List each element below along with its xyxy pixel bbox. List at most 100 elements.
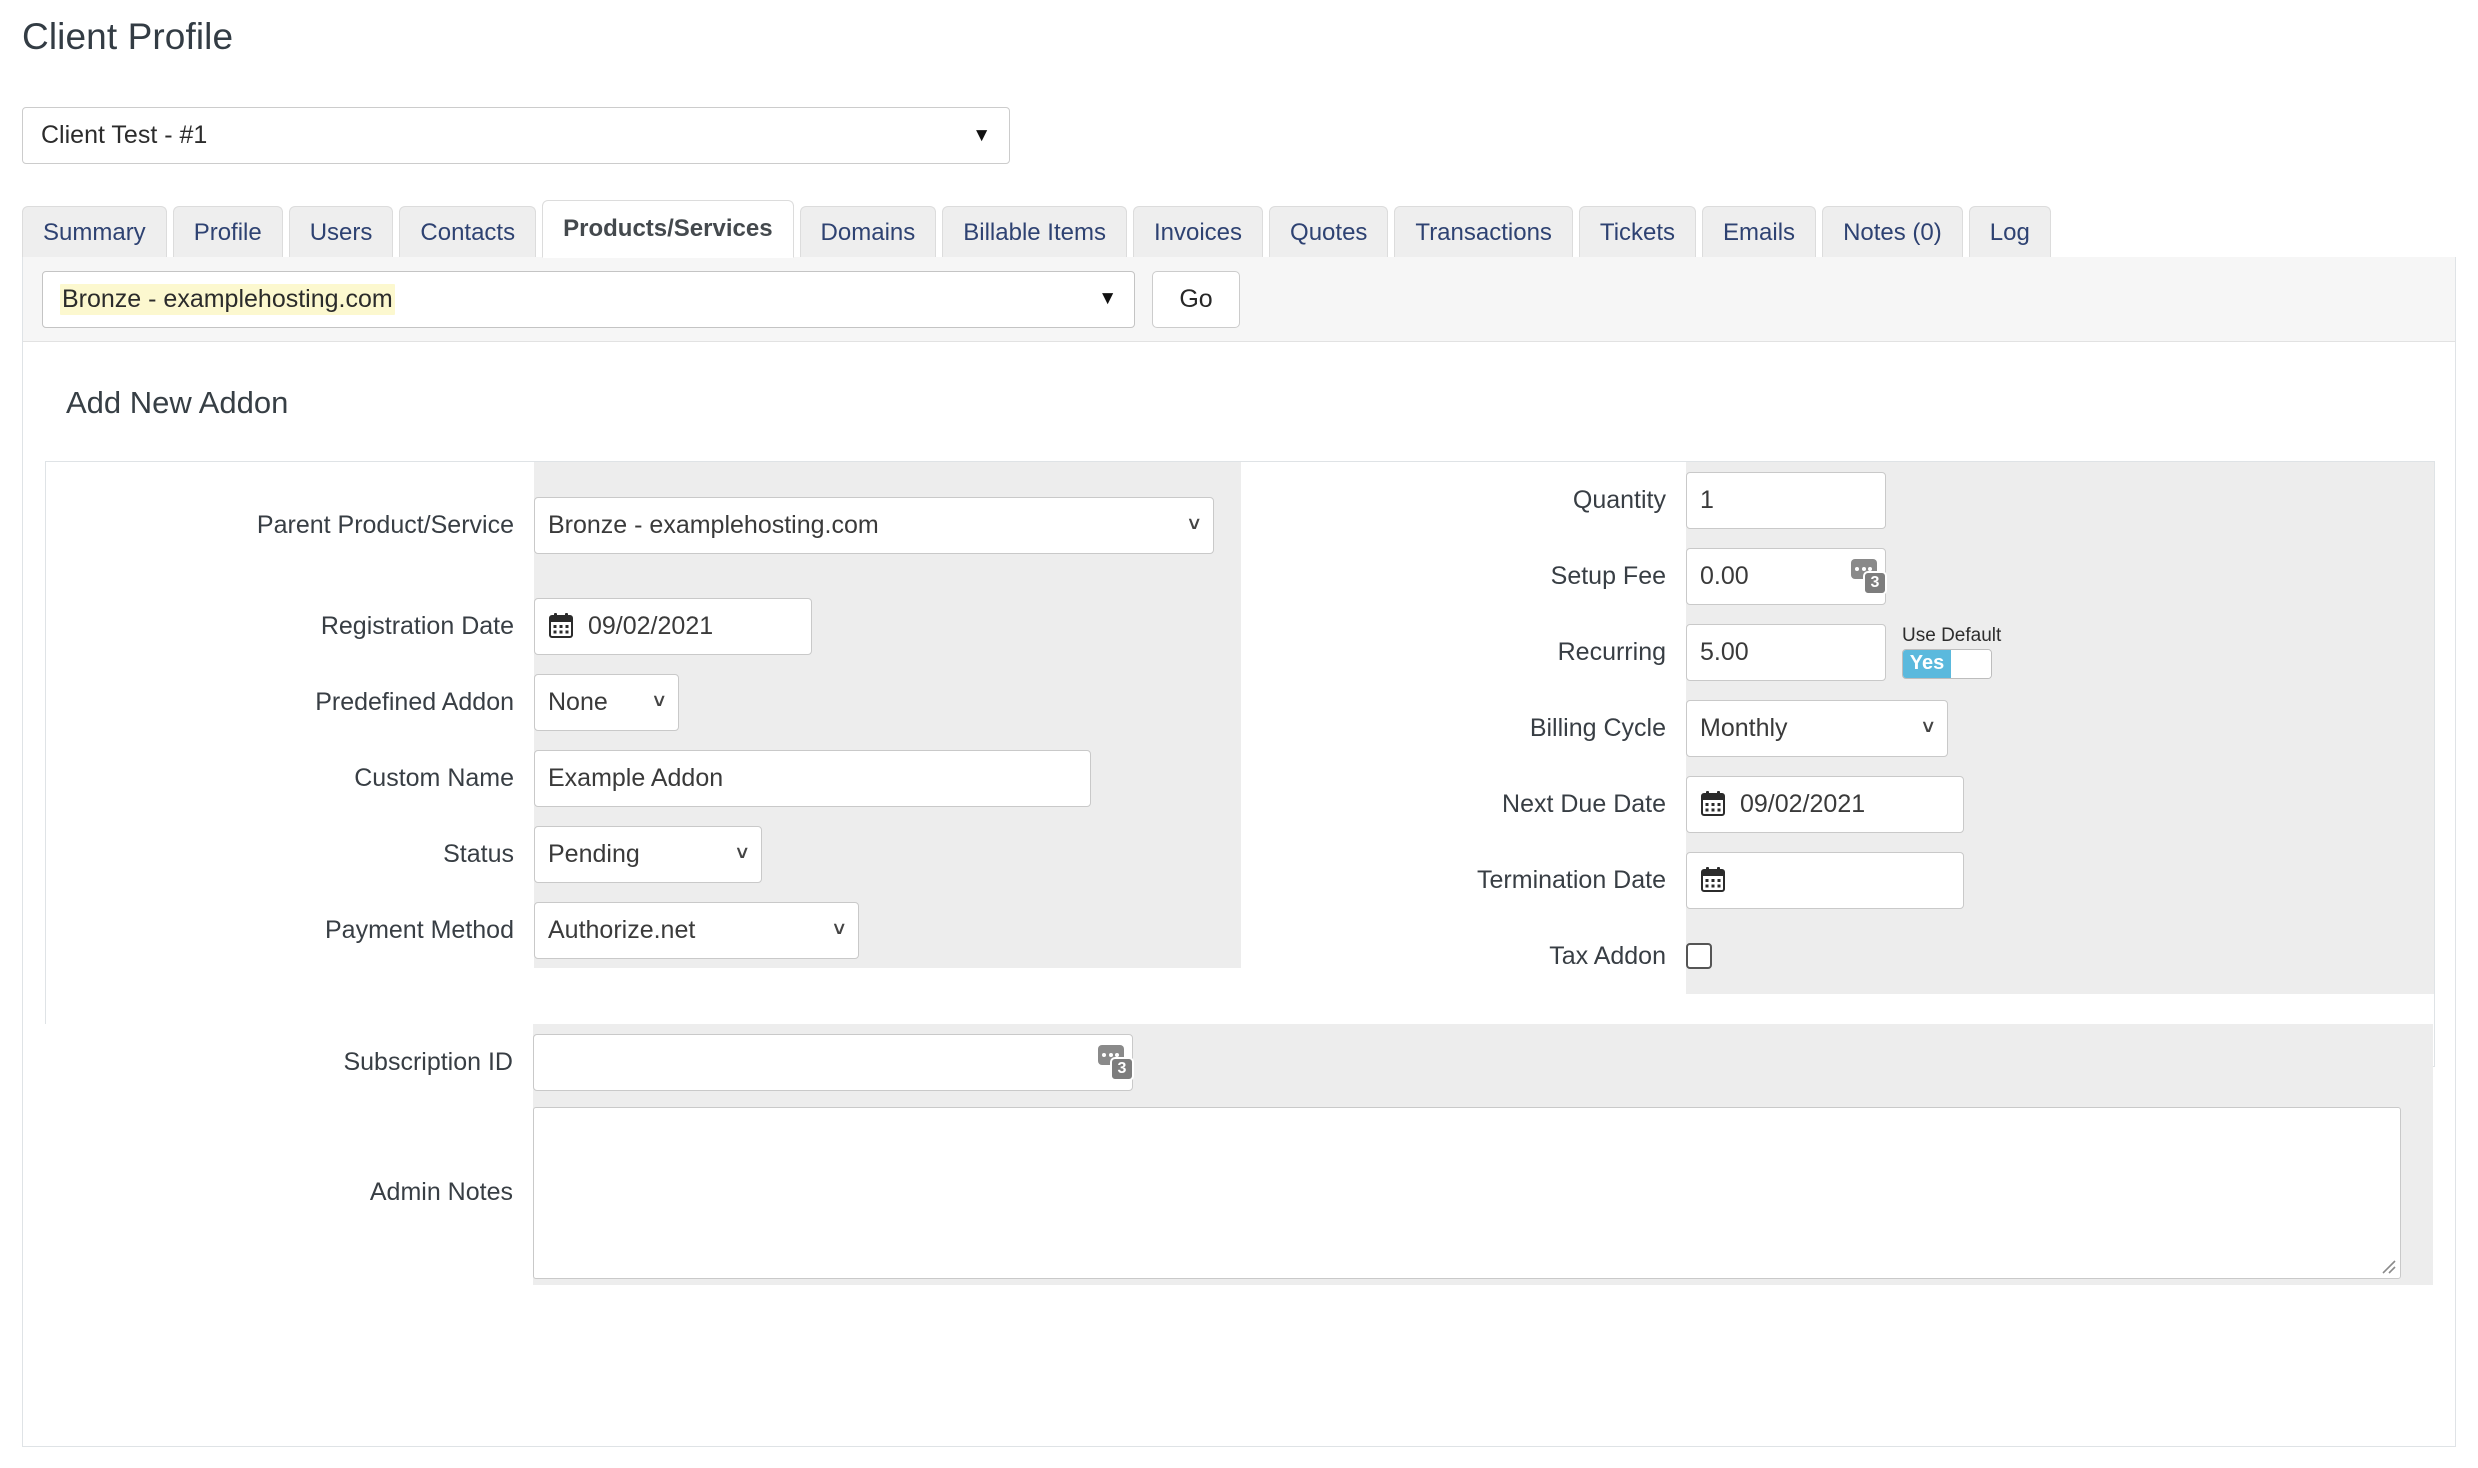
- password-manager-icon[interactable]: 3: [1851, 558, 1887, 595]
- field-row-parent-product: Parent Product/Service Bronze - exampleh…: [46, 462, 1241, 588]
- parent-product-value: Bronze - examplehosting.com: [548, 510, 879, 539]
- tab-tickets[interactable]: Tickets: [1578, 206, 1697, 258]
- tab-label: Contacts: [420, 218, 516, 246]
- client-profile-tabs: Summary Profile Users Contacts Products/Serv…: [22, 200, 2456, 258]
- form-right-column: Quantity 1 Setup Fee 0.00 3 Recurring 5.…: [1241, 462, 2434, 1066]
- caret-down-icon: ▼: [972, 125, 991, 146]
- add-new-addon-form: Parent Product/Service Bronze - exampleh…: [45, 461, 2435, 1067]
- tab-label: Billable Items: [963, 218, 1106, 246]
- tab-notes-0[interactable]: Notes (0): [1822, 206, 1963, 258]
- parent-product-select[interactable]: Bronze - examplehosting.com ˅: [534, 496, 1214, 554]
- registration-date-input[interactable]: 09/02/2021: [534, 597, 812, 655]
- use-default-toggle-value: Yes: [1903, 649, 1951, 678]
- calendar-icon: [1700, 866, 1726, 894]
- client-profile-page: Client Profile Client Test - #1 ▼ Summar…: [0, 0, 2478, 1468]
- caret-down-icon: ▼: [1098, 288, 1117, 309]
- custom-name-label: Custom Name: [46, 740, 534, 816]
- parent-product-cell: Bronze - examplehosting.com ˅: [534, 462, 1241, 588]
- recurring-value: 5.00: [1700, 637, 1749, 666]
- registration-date-cell: 09/02/2021: [534, 588, 1241, 664]
- status-select[interactable]: Pending ˅: [534, 825, 762, 883]
- field-row-status: Status Pending ˅: [46, 816, 1241, 892]
- chevron-down-icon: ˅: [1922, 716, 1934, 739]
- password-manager-icon[interactable]: 3: [1098, 1044, 1134, 1081]
- service-selector-value: Bronze - examplehosting.com: [60, 283, 395, 315]
- tab-billable-items[interactable]: Billable Items: [942, 206, 1127, 258]
- go-button[interactable]: Go: [1152, 270, 1240, 328]
- client-selector-value: Client Test - #1: [41, 121, 208, 149]
- chevron-down-icon: ˅: [736, 842, 748, 865]
- predefined-addon-select[interactable]: None ˅: [534, 673, 679, 731]
- page-title: Client Profile: [22, 16, 234, 57]
- setup-fee-label: Setup Fee: [1241, 538, 1686, 614]
- tab-invoices[interactable]: Invoices: [1132, 206, 1264, 258]
- custom-name-input[interactable]: Example Addon: [534, 749, 1091, 807]
- tab-label: Quotes: [1290, 218, 1368, 246]
- tab-label: Summary: [43, 218, 146, 246]
- subscription-id-input[interactable]: 3: [533, 1033, 1134, 1091]
- form-left-column: Parent Product/Service Bronze - exampleh…: [46, 462, 1241, 1066]
- client-selector-dropdown[interactable]: Client Test - #1 ▼: [22, 107, 1010, 164]
- next-due-date-value: 09/02/2021: [1740, 789, 1866, 818]
- next-due-date-input[interactable]: 09/02/2021: [1686, 775, 1964, 833]
- field-row-termination-date: Termination Date: [1241, 842, 2434, 918]
- next-due-date-cell: 09/02/2021: [1686, 766, 2434, 842]
- payment-method-label: Payment Method: [46, 892, 534, 968]
- tab-profile[interactable]: Profile: [172, 206, 283, 258]
- recurring-label: Recurring: [1241, 614, 1686, 690]
- custom-name-cell: Example Addon: [534, 740, 1241, 816]
- tab-label: Products/Services: [563, 215, 773, 242]
- field-row-recurring: Recurring 5.00 Use Default Yes: [1241, 614, 2434, 690]
- predefined-addon-label: Predefined Addon: [46, 664, 534, 740]
- resize-grip-icon[interactable]: [2378, 1256, 2396, 1274]
- field-row-setup-fee: Setup Fee 0.00 3: [1241, 538, 2434, 614]
- tab-label: Notes (0): [1843, 218, 1942, 246]
- billing-cycle-select[interactable]: Monthly ˅: [1686, 699, 1948, 757]
- use-default-toggle[interactable]: Yes: [1902, 648, 1992, 679]
- setup-fee-input[interactable]: 0.00 3: [1686, 547, 1887, 605]
- use-default-label: Use Default: [1902, 624, 2002, 646]
- tab-label: Emails: [1723, 218, 1796, 246]
- chevron-down-icon: ˅: [653, 690, 665, 713]
- service-selector-dropdown[interactable]: Bronze - examplehosting.com ▼: [42, 270, 1135, 328]
- setup-fee-cell: 0.00 3: [1686, 538, 2434, 614]
- tab-quotes[interactable]: Quotes: [1269, 206, 1389, 258]
- field-row-tax-addon: Tax Addon: [1241, 918, 2434, 994]
- billing-cycle-label: Billing Cycle: [1241, 690, 1686, 766]
- billing-cycle-value: Monthly: [1700, 713, 1788, 742]
- tab-label: Domains: [820, 218, 916, 246]
- field-row-billing-cycle: Billing Cycle Monthly ˅: [1241, 690, 2434, 766]
- field-row-quantity: Quantity 1: [1241, 462, 2434, 538]
- quantity-value: 1: [1700, 485, 1714, 514]
- calendar-icon: [548, 612, 574, 640]
- section-heading: Add New Addon: [66, 385, 289, 420]
- tab-label: Profile: [193, 218, 262, 246]
- termination-date-label: Termination Date: [1241, 842, 1686, 918]
- recurring-input[interactable]: 5.00: [1686, 623, 1886, 681]
- tab-label: Invoices: [1153, 218, 1243, 246]
- tab-summary[interactable]: Summary: [22, 206, 167, 258]
- tab-domains[interactable]: Domains: [799, 206, 937, 258]
- custom-name-value: Example Addon: [548, 763, 724, 792]
- status-value: Pending: [548, 839, 640, 868]
- payment-method-select[interactable]: Authorize.net ˅: [534, 901, 859, 959]
- field-row-subscription-id: Subscription ID 3: [45, 1024, 2433, 1100]
- tab-log[interactable]: Log: [1968, 206, 2051, 258]
- termination-date-input[interactable]: [1686, 851, 1964, 909]
- admin-notes-cell: [533, 1100, 2433, 1285]
- registration-date-label: Registration Date: [46, 588, 534, 664]
- quantity-cell: 1: [1686, 462, 2434, 538]
- tab-transactions[interactable]: Transactions: [1394, 206, 1573, 258]
- tax-addon-checkbox[interactable]: [1686, 943, 1712, 969]
- status-cell: Pending ˅: [534, 816, 1241, 892]
- admin-notes-textarea[interactable]: [533, 1106, 2401, 1279]
- payment-method-cell: Authorize.net ˅: [534, 892, 1241, 968]
- quantity-input[interactable]: 1: [1686, 471, 1886, 529]
- tab-products-services[interactable]: Products/Services: [542, 200, 794, 258]
- tab-emails[interactable]: Emails: [1702, 206, 1817, 258]
- parent-product-label: Parent Product/Service: [46, 462, 534, 588]
- tab-contacts[interactable]: Contacts: [399, 206, 537, 258]
- tab-users[interactable]: Users: [288, 206, 394, 258]
- chevron-down-icon: ˅: [1188, 513, 1200, 536]
- chevron-down-icon: ˅: [833, 918, 845, 941]
